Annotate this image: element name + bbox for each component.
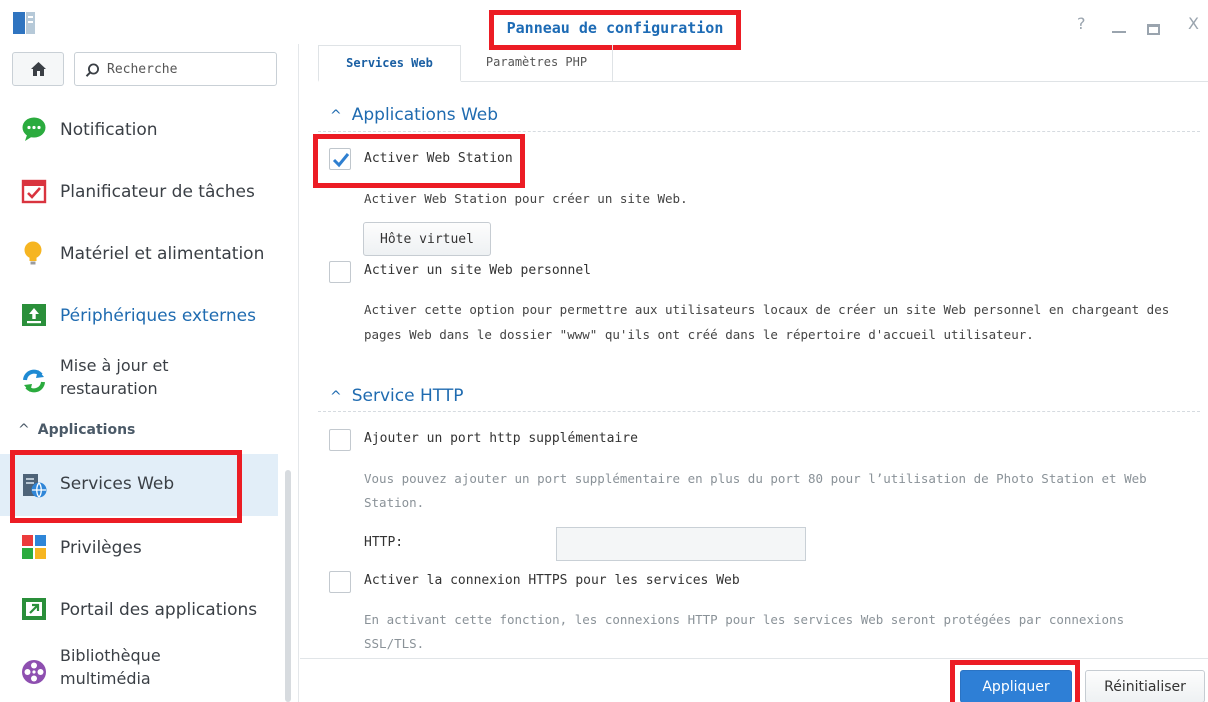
sidebar-item-notification[interactable]: Notification [0, 106, 278, 154]
sidebar-scrollbar[interactable] [285, 470, 291, 702]
section-divider [318, 411, 1200, 412]
sidebar-item-label-line1: Mise à jour et [60, 356, 169, 375]
section-applications-label: Applications [37, 422, 136, 438]
personal-site-description-line1: Activer cette option pour permettre aux … [364, 302, 1170, 317]
search-input[interactable] [107, 58, 267, 80]
enable-web-station-checkbox[interactable] [329, 148, 351, 170]
minimize-icon[interactable] [1112, 31, 1126, 33]
extra-port-description-line1: Vous pouvez ajouter un port supplémentai… [364, 471, 1147, 486]
personal-site-label: Activer un site Web personnel [364, 263, 591, 278]
sidebar-item-label: Privilèges [60, 538, 142, 558]
sidebar: Notification Planificateur de tâches Mat… [0, 44, 298, 702]
personal-site-checkbox[interactable] [329, 261, 351, 283]
window-title: Panneau de configuration [489, 10, 741, 50]
section-http-heading: Service HTTP [351, 386, 464, 406]
home-button[interactable] [12, 52, 64, 86]
sidebar-divider [298, 44, 299, 702]
https-label: Activer la connexion HTTPS pour les serv… [364, 573, 740, 588]
sidebar-item-media-library[interactable]: Bibliothèque multimédia [0, 642, 278, 700]
tab-php-settings[interactable]: Paramètres PHP [461, 45, 613, 82]
chevron-up-icon: ^ [330, 389, 342, 405]
sidebar-item-label-line2: restauration [60, 379, 158, 398]
sidebar-item-privileges[interactable]: Privilèges [0, 524, 278, 572]
https-checkbox[interactable] [329, 571, 351, 593]
sidebar-item-label: Périphériques externes [60, 306, 256, 326]
sidebar-item-external-devices[interactable]: Périphériques externes [0, 292, 278, 340]
close-icon[interactable]: X [1188, 14, 1199, 33]
chevron-up-icon: ^ [18, 422, 30, 438]
sidebar-item-label: Portail des applications [60, 600, 258, 620]
main-scrollbar[interactable] [1200, 84, 1208, 654]
https-description-line2: SSL/TLS. [364, 636, 425, 651]
https-description-line1: En activant cette fonction, les connexio… [364, 612, 1125, 627]
control-panel-icon [13, 12, 35, 34]
section-web-apps-toggle[interactable]: ^ Applications Web [330, 105, 498, 125]
chevron-up-icon: ^ [330, 108, 342, 124]
sidebar-item-task-scheduler[interactable]: Planificateur de tâches [0, 168, 278, 216]
search-field[interactable] [74, 52, 277, 86]
portal-icon [22, 598, 46, 620]
apply-button[interactable]: Appliquer [960, 670, 1072, 702]
media-library-icon [22, 660, 46, 684]
virtual-host-button[interactable]: Hôte virtuel [363, 222, 491, 256]
tab-web-services[interactable]: Services Web [318, 45, 461, 82]
tab-bar: Services Web Paramètres PHP [318, 45, 1208, 82]
sidebar-item-update-restore[interactable]: Mise à jour et restauration [0, 352, 278, 410]
checkmark-icon [332, 153, 350, 168]
sidebar-item-label: Planificateur de tâches [60, 182, 255, 202]
section-divider [318, 131, 1200, 132]
update-icon [23, 369, 45, 393]
title-bar: Panneau de configuration ? X [0, 0, 1208, 50]
maximize-icon[interactable] [1147, 24, 1160, 35]
sidebar-item-web-services[interactable]: Services Web [0, 454, 278, 516]
web-services-icon [23, 474, 47, 498]
web-station-description: Activer Web Station pour créer un site W… [364, 191, 688, 206]
extra-port-label: Ajouter un port http supplémentaire [364, 431, 638, 446]
extra-port-checkbox[interactable] [329, 429, 351, 451]
sidebar-item-label-line1: Bibliothèque [60, 646, 161, 665]
privileges-icon [22, 535, 46, 559]
enable-web-station-label: Activer Web Station [364, 151, 513, 166]
http-port-label: HTTP: [364, 535, 404, 550]
sidebar-item-label: Matériel et alimentation [60, 244, 265, 264]
personal-site-description-line2: pages Web dans le dossier "www" qu'ils o… [364, 327, 1034, 342]
http-port-input[interactable] [556, 527, 806, 561]
extra-port-description-line2: Station. [364, 495, 425, 510]
sidebar-item-label: Services Web [60, 474, 175, 494]
help-icon[interactable]: ? [1077, 14, 1086, 33]
search-icon [85, 63, 99, 77]
section-http-toggle[interactable]: ^ Service HTTP [330, 386, 463, 406]
section-web-apps-heading: Applications Web [351, 105, 499, 125]
sidebar-item-app-portal[interactable]: Portail des applications [0, 586, 278, 634]
home-icon [31, 62, 46, 76]
notification-icon [22, 117, 46, 141]
sidebar-item-hardware-power[interactable]: Matériel et alimentation [0, 230, 278, 278]
section-applications-toggle[interactable]: ^ Applications [18, 422, 135, 438]
sidebar-item-label: Notification [60, 120, 158, 140]
calendar-icon [21, 179, 47, 204]
external-device-icon [22, 304, 46, 326]
bulb-icon [24, 241, 42, 265]
sidebar-item-label-line2: multimédia [60, 669, 151, 688]
reset-button[interactable]: Réinitialiser [1085, 670, 1205, 702]
